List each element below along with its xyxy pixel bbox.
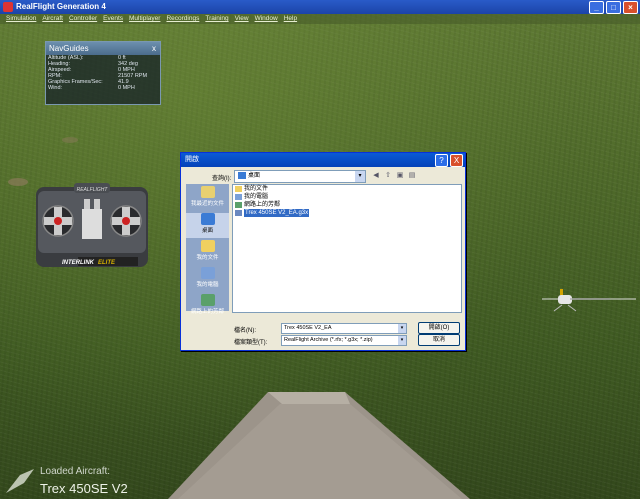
rc-transmitter: REALFLIGHT INTERLINK ELITE — [36, 183, 148, 267]
places-bar: 我最近的文件 桌面 我的文件 我的電腦 網路上的芳鄰 — [186, 184, 229, 315]
view-menu-icon[interactable]: ▤ — [407, 171, 417, 180]
loaded-aircraft-name: Trex 450SE V2 — [40, 481, 128, 496]
list-item[interactable]: 網路上的芳鄰 — [233, 201, 461, 209]
list-item[interactable]: Trex 450SE V2_EA.g3x — [233, 209, 461, 217]
tx-elite-label: ELITE — [98, 260, 116, 266]
chevron-down-icon[interactable]: ▾ — [398, 336, 406, 345]
desktop-folder-icon — [238, 171, 246, 179]
menu-window[interactable]: Window — [255, 15, 278, 22]
filetype-label: 檔案類型(T): — [234, 340, 268, 346]
folder-icon — [235, 186, 242, 192]
menu-simulation[interactable]: Simulation — [6, 15, 36, 22]
file-icon — [235, 210, 242, 216]
chevron-down-icon[interactable]: ▾ — [355, 171, 365, 182]
desktop-icon — [200, 213, 215, 225]
loaded-aircraft-overlay: Loaded Aircraft: Trex 450SE V2 — [0, 463, 200, 499]
menu-help[interactable]: Help — [284, 15, 297, 22]
close-button[interactable]: × — [623, 1, 638, 14]
dialog-title: 開啟 — [185, 156, 199, 163]
menu-multiplayer[interactable]: Multiplayer — [129, 15, 160, 22]
computer-icon — [235, 194, 242, 200]
navguides-title: NavGuides — [49, 44, 89, 53]
lookin-dropdown[interactable]: 桌面 ▾ — [234, 170, 366, 183]
helicopter-model — [542, 289, 636, 312]
chevron-down-icon[interactable]: ▾ — [398, 324, 406, 333]
dialog-help-button[interactable]: ? — [435, 154, 448, 167]
file-list: 我的文件 我的電腦 網路上的芳鄰 Trex 450SE V2_EA.g3x — [232, 184, 462, 313]
new-folder-icon[interactable]: ▣ — [395, 171, 405, 180]
place-network[interactable]: 網路上的芳鄰 — [186, 294, 229, 319]
filename-label: 檔名(N): — [234, 328, 256, 334]
minimize-button[interactable]: _ — [589, 1, 604, 14]
place-desktop[interactable]: 桌面 — [186, 213, 229, 238]
dialog-titlebar[interactable]: 開啟 ? X — [181, 153, 465, 167]
place-my-documents[interactable]: 我的文件 — [186, 240, 229, 265]
window-titlebar: RealFlight Generation 4 _ □ × — [0, 0, 640, 14]
nav-row: Wind: 0 MPH — [48, 85, 135, 91]
dialog-toolbar: ◀ ⇧ ▣ ▤ — [371, 171, 417, 180]
tx-interlink-label: INTERLINK — [62, 260, 95, 266]
tx-brand: REALFLIGHT — [77, 187, 109, 193]
loaded-aircraft-label: Loaded Aircraft: — [40, 466, 111, 477]
filename-input[interactable]: Trex 450SE V2_EA ▾ — [281, 323, 407, 334]
menu-training[interactable]: Training — [205, 15, 228, 22]
navguides-close-icon[interactable]: x — [152, 42, 156, 55]
place-my-computer[interactable]: 我的電腦 — [186, 267, 229, 292]
navguides-panel[interactable]: NavGuides x Altitude (ASL): 0 ft Heading:… — [45, 41, 161, 105]
filetype-select[interactable]: RealFlight Archive (*.rfx; *.g3x; *.zip)… — [281, 335, 407, 346]
open-button[interactable]: 開啟(O) — [418, 322, 460, 334]
up-folder-icon[interactable]: ⇧ — [383, 171, 393, 180]
cancel-button[interactable]: 取消 — [418, 334, 460, 346]
recent-documents-icon — [200, 186, 215, 198]
network-icon — [235, 202, 242, 208]
my-computer-icon — [200, 267, 215, 279]
app-icon — [3, 2, 13, 12]
aircraft-icon — [6, 469, 34, 493]
menu-controller[interactable]: Controller — [69, 15, 97, 22]
menu-recordings[interactable]: Recordings — [166, 15, 199, 22]
navguides-header[interactable]: NavGuides x — [46, 42, 160, 55]
place-recent[interactable]: 我最近的文件 — [186, 186, 229, 211]
list-item[interactable]: 我的文件 — [233, 185, 461, 193]
menu-view[interactable]: View — [235, 15, 249, 22]
my-documents-icon — [200, 240, 215, 252]
maximize-button[interactable]: □ — [606, 1, 621, 14]
menubar: Simulation Aircraft Controller Events Multip… — [0, 14, 640, 24]
list-item[interactable]: 我的電腦 — [233, 193, 461, 201]
back-icon[interactable]: ◀ — [371, 171, 381, 180]
lookin-label: 查詢(I): — [212, 176, 232, 182]
menu-events[interactable]: Events — [103, 15, 123, 22]
open-file-dialog: 開啟 ? X 查詢(I): 桌面 ▾ ◀ ⇧ ▣ ▤ 我最近的文件 桌面 我的文… — [180, 152, 466, 351]
network-places-icon — [200, 294, 215, 306]
dialog-close-button[interactable]: X — [450, 154, 463, 167]
window-title: RealFlight Generation 4 — [16, 2, 106, 11]
menu-aircraft[interactable]: Aircraft — [42, 15, 63, 22]
